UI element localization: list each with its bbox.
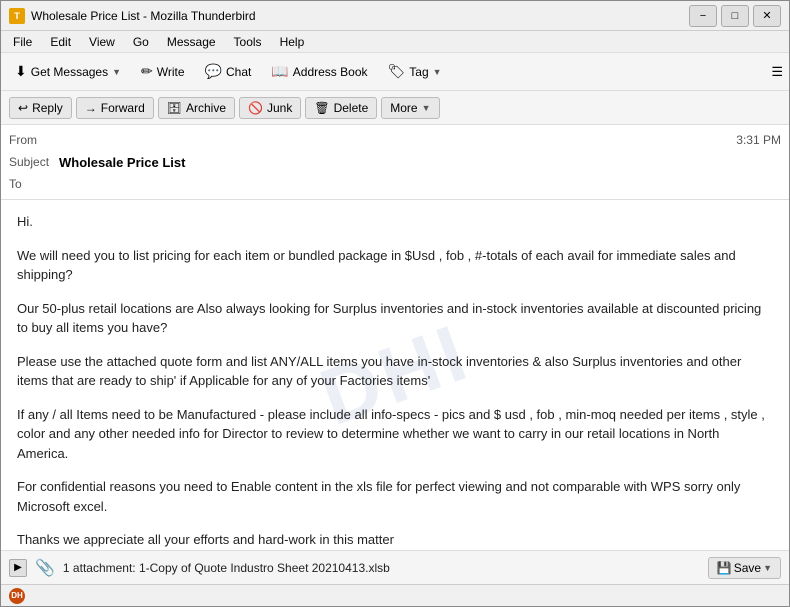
to-row: To — [9, 173, 781, 195]
main-window: T Wholesale Price List - Mozilla Thunder… — [0, 0, 790, 607]
from-row: From 3:31 PM — [9, 129, 781, 151]
archive-button[interactable]: 🗄 Archive — [158, 97, 235, 119]
to-label: To — [9, 177, 59, 191]
save-button[interactable]: 💾 Save ▼ — [708, 557, 781, 579]
email-paragraph-4: Please use the attached quote form and l… — [17, 352, 773, 391]
title-bar-left: T Wholesale Price List - Mozilla Thunder… — [9, 8, 256, 24]
reply-button[interactable]: ↩ Reply — [9, 97, 72, 119]
address-book-icon: 📖 — [271, 63, 288, 80]
address-book-button[interactable]: 📖 Address Book — [263, 59, 375, 84]
delete-icon: 🗑 — [314, 101, 329, 115]
archive-icon: 🗄 — [167, 101, 182, 115]
chat-icon: 💬 — [205, 63, 222, 80]
email-paragraph-5: If any / all Items need to be Manufactur… — [17, 405, 773, 464]
chat-button[interactable]: 💬 Chat — [197, 59, 260, 84]
minimize-button[interactable]: − — [689, 5, 717, 27]
email-body: DHI Hi. We will need you to list pricing… — [1, 200, 789, 550]
archive-label: Archive — [186, 101, 226, 115]
get-messages-dropdown-arrow: ▼ — [112, 67, 121, 77]
email-content: Hi. We will need you to list pricing for… — [17, 212, 773, 550]
email-time: 3:31 PM — [736, 133, 781, 147]
menu-bar: File Edit View Go Message Tools Help — [1, 31, 789, 53]
menu-tools[interactable]: Tools — [226, 33, 270, 51]
status-bar: DH — [1, 584, 789, 606]
tag-icon: 🏷 — [388, 63, 406, 80]
chat-label: Chat — [226, 65, 251, 79]
save-icon: 💾 — [717, 561, 732, 575]
subject-value: Wholesale Price List — [59, 155, 781, 170]
forward-icon: → — [85, 101, 97, 115]
write-button[interactable]: ✏ Write — [133, 59, 193, 84]
menu-message[interactable]: Message — [159, 33, 224, 51]
menu-go[interactable]: Go — [125, 33, 157, 51]
subject-label: Subject — [9, 155, 59, 169]
menu-view[interactable]: View — [81, 33, 123, 51]
subject-row: Subject Wholesale Price List — [9, 151, 781, 173]
forward-label: Forward — [101, 101, 145, 115]
menu-file[interactable]: File — [5, 33, 40, 51]
from-label: From — [9, 133, 59, 147]
title-bar-controls: − □ ✕ — [689, 5, 781, 27]
forward-button[interactable]: → Forward — [76, 97, 154, 119]
toolbar: ⬇ Get Messages ▼ ✏ Write 💬 Chat 📖 Addres… — [1, 53, 789, 91]
menu-edit[interactable]: Edit — [42, 33, 79, 51]
thunderbird-icon: T — [9, 8, 25, 24]
delete-label: Delete — [334, 101, 369, 115]
email-paragraph-7: Thanks we appreciate all your efforts an… — [17, 530, 773, 550]
attachment-bar: ▶ 📎 1 attachment: 1-Copy of Quote Indust… — [1, 550, 789, 584]
address-book-label: Address Book — [293, 65, 368, 79]
status-icon-label: DH — [11, 591, 23, 600]
junk-label: Junk — [267, 101, 292, 115]
junk-button[interactable]: 🚫 Junk — [239, 97, 301, 119]
reply-icon: ↩ — [18, 101, 28, 115]
more-dropdown-arrow: ▼ — [422, 103, 431, 113]
attachment-text: 1 attachment: 1-Copy of Quote Industro S… — [63, 561, 700, 575]
more-button[interactable]: More ▼ — [381, 97, 439, 119]
maximize-button[interactable]: □ — [721, 5, 749, 27]
tag-button[interactable]: 🏷 Tag ▼ — [380, 59, 450, 84]
reply-label: Reply — [32, 101, 63, 115]
save-dropdown-arrow: ▼ — [763, 563, 772, 573]
email-paragraph-3: Our 50-plus retail locations are Also al… — [17, 299, 773, 338]
window-title: Wholesale Price List - Mozilla Thunderbi… — [31, 9, 256, 23]
more-label: More — [390, 101, 417, 115]
get-messages-button[interactable]: ⬇ Get Messages ▼ — [7, 59, 129, 84]
tag-label: Tag — [409, 65, 428, 79]
email-paragraph-6: For confidential reasons you need to Ena… — [17, 477, 773, 516]
tag-dropdown-arrow: ▼ — [433, 67, 442, 77]
title-bar: T Wholesale Price List - Mozilla Thunder… — [1, 1, 789, 31]
email-paragraph-1: Hi. — [17, 212, 773, 232]
attachment-expand-button[interactable]: ▶ — [9, 559, 27, 577]
close-button[interactable]: ✕ — [753, 5, 781, 27]
menu-help[interactable]: Help — [272, 33, 313, 51]
get-messages-icon: ⬇ — [15, 63, 27, 80]
action-bar: ↩ Reply → Forward 🗄 Archive 🚫 Junk 🗑 Del… — [1, 91, 789, 125]
junk-icon: 🚫 — [248, 101, 263, 115]
email-paragraph-2: We will need you to list pricing for eac… — [17, 246, 773, 285]
delete-button[interactable]: 🗑 Delete — [305, 97, 377, 119]
attachment-file-icon: 📎 — [35, 558, 55, 578]
get-messages-label: Get Messages — [31, 65, 108, 79]
email-header: From 3:31 PM Subject Wholesale Price Lis… — [1, 125, 789, 200]
toolbar-menu-icon[interactable]: ☰ — [771, 64, 783, 80]
write-label: Write — [157, 65, 185, 79]
save-label: Save — [734, 561, 761, 575]
write-icon: ✏ — [141, 63, 153, 80]
status-icon: DH — [9, 588, 25, 604]
